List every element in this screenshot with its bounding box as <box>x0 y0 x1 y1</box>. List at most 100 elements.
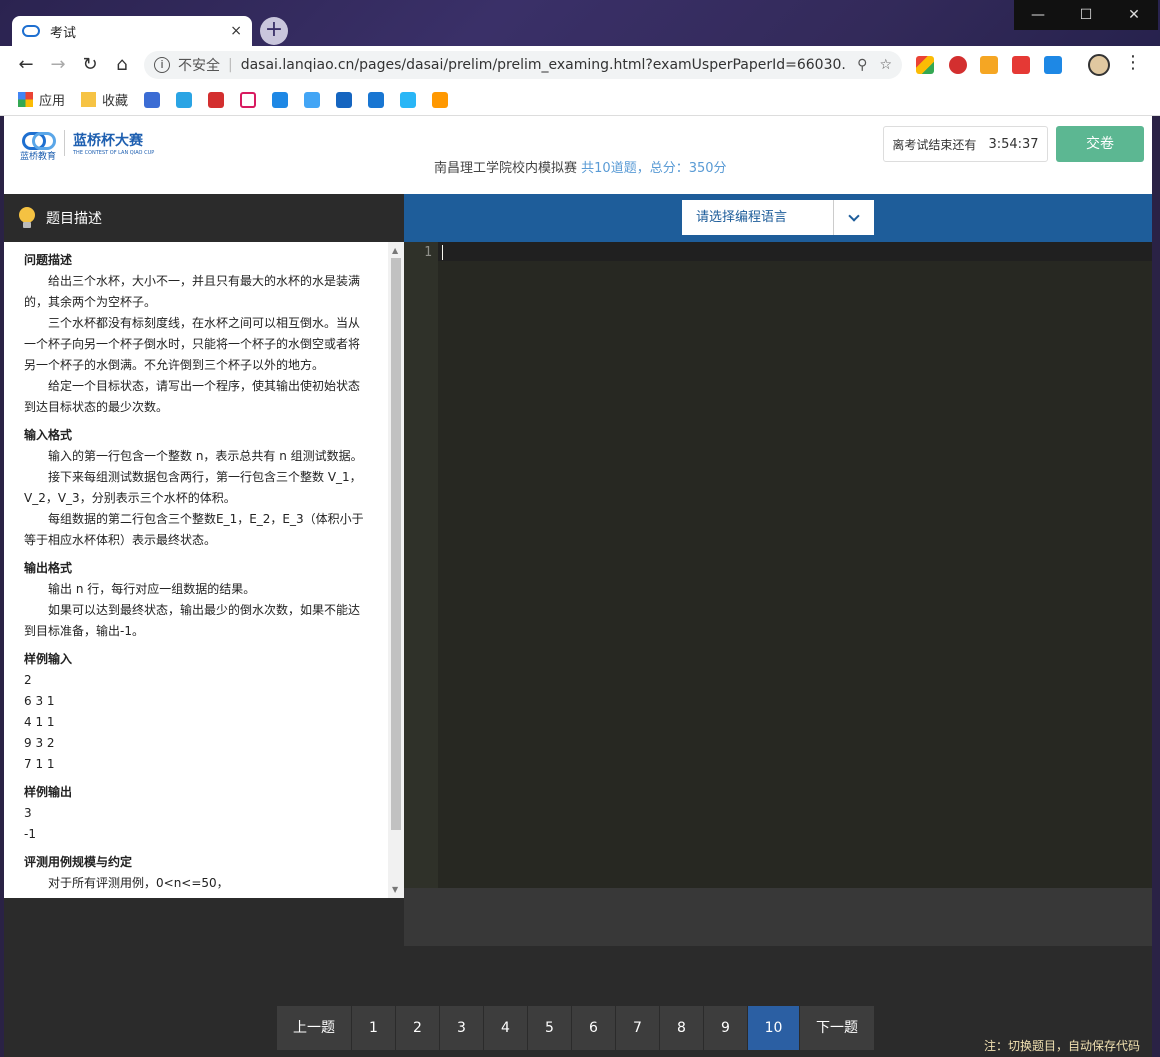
bookmark-star-icon[interactable]: ☆ <box>879 57 892 73</box>
bookmark-favorites[interactable]: 收藏 <box>81 90 128 109</box>
folder-icon <box>81 92 97 107</box>
sample-input-line: 6 3 1 <box>24 694 55 708</box>
url-text[interactable]: dasai.lanqiao.cn/pages/dasai/prelim/prel… <box>241 57 845 73</box>
minimize-button[interactable]: — <box>1014 0 1062 30</box>
page-button-3[interactable]: 3 <box>440 1006 484 1050</box>
section-title: 评测用例规模与约定 <box>24 855 133 869</box>
problem-panel-title: 题目描述 <box>46 211 102 227</box>
section-title: 输出格式 <box>24 561 73 575</box>
extension-icon[interactable] <box>916 56 934 74</box>
browser-menu-icon[interactable]: ⋮ <box>1124 52 1142 73</box>
insecure-label: 不安全 <box>178 58 220 74</box>
question-pager: 上一题 1 2 3 4 5 6 7 8 9 10 下一题 <box>277 1006 875 1050</box>
address-bar[interactable]: i 不安全 | dasai.lanqiao.cn/pages/dasai/pre… <box>144 51 902 79</box>
page-button-10-active[interactable]: 10 <box>748 1006 800 1050</box>
editor-toolbar: 请选择编程语言 <box>404 194 1152 242</box>
tab-close-icon[interactable]: × <box>230 23 242 39</box>
page-button-7[interactable]: 7 <box>616 1006 660 1050</box>
scrollbar-thumb[interactable] <box>391 258 401 830</box>
bookmark-apps-label: 应用 <box>39 94 66 109</box>
paragraph: 如果可以达到最终状态，输出最少的倒水次数，如果不能达到目标准备，输出-1。 <box>24 603 361 638</box>
new-tab-button[interactable]: + <box>260 17 288 45</box>
sample-input-line: 4 1 1 <box>24 715 55 729</box>
tab-title: 考试 <box>50 25 77 41</box>
code-editor[interactable]: 1 <box>404 242 1152 888</box>
back-arrow-icon[interactable]: ← <box>14 54 38 75</box>
paragraph: 给定一个目标状态，请写出一个程序，使其输出使初始状态到达目标状态的最少次数。 <box>24 379 361 414</box>
next-question-button[interactable]: 下一题 <box>800 1006 875 1050</box>
lanqiao-logo: 蓝桥教育 蓝桥杯大赛 THE CONTEST OF LAN QIAO CUP <box>20 130 155 162</box>
paragraph: 输入的第一行包含一个整数 n，表示总共有 n 组测试数据。 <box>48 449 363 463</box>
reload-icon[interactable]: ↻ <box>78 54 102 75</box>
page-button-6[interactable]: 6 <box>572 1006 616 1050</box>
bookmark-apps[interactable]: 应用 <box>18 90 65 109</box>
page-button-2[interactable]: 2 <box>396 1006 440 1050</box>
logo-subtitle: THE CONTEST OF LAN QIAO CUP <box>73 150 155 156</box>
exam-info: 南昌理工学院校内模拟赛 共10道题，总分：350分 <box>434 157 727 176</box>
profile-avatar[interactable] <box>1088 54 1110 76</box>
page-button-1[interactable]: 1 <box>352 1006 396 1050</box>
paragraph: 给出三个水杯，大小不一，并且只有最大的水杯的水是装满的，其余两个为空杯子。 <box>24 274 361 309</box>
page-button-9[interactable]: 9 <box>704 1006 748 1050</box>
s-extension-icon[interactable] <box>1044 56 1062 74</box>
s-bookmark-icon[interactable] <box>432 91 449 108</box>
page-button-4[interactable]: 4 <box>484 1006 528 1050</box>
sample-output-line: 3 <box>24 806 32 820</box>
active-line <box>438 242 1152 261</box>
screen-bookmark-icon[interactable] <box>368 91 385 108</box>
lanqiao-favicon-icon <box>22 25 40 37</box>
y-bookmark-icon[interactable] <box>240 91 257 108</box>
sample-input-line: 2 <box>24 673 32 687</box>
autosave-note: 注：切换题目，自动保存代码 <box>983 1039 1140 1053</box>
bilibili-bookmark-icon[interactable] <box>176 91 193 108</box>
nowcoder-bookmark-icon[interactable] <box>336 91 353 108</box>
scroll-down-arrow-icon[interactable]: ▼ <box>392 885 398 894</box>
bookmark-favorites-label: 收藏 <box>102 94 129 109</box>
adblock-icon[interactable] <box>949 56 967 74</box>
paragraph: 每组数据的第二行包含三个整数E_1，E_2，E_3（体积小于等于相应水杯体积）表… <box>24 512 364 547</box>
language-select[interactable]: 请选择编程语言 <box>682 200 874 235</box>
text-cursor <box>442 245 443 260</box>
download-extension-icon[interactable] <box>980 56 998 74</box>
forward-arrow-icon[interactable]: → <box>46 54 70 75</box>
sample-output-line: -1 <box>24 827 36 841</box>
page-button-8[interactable]: 8 <box>660 1006 704 1050</box>
language-select-label[interactable]: 请选择编程语言 <box>682 200 834 235</box>
submit-exam-button[interactable]: 交卷 <box>1056 126 1144 162</box>
zhihu-bookmark-icon[interactable] <box>272 91 289 108</box>
note-bookmark-icon[interactable] <box>304 91 321 108</box>
logo-brand: 蓝桥杯大赛 <box>73 133 143 149</box>
paragraph: 三个水杯都没有标刻度线，在水杯之间可以相互倒水。当从一个杯子向另一个杯子倒水时，… <box>24 316 361 372</box>
prev-question-button[interactable]: 上一题 <box>277 1006 352 1050</box>
info-icon[interactable]: i <box>154 57 170 73</box>
exam-page: 蓝桥教育 蓝桥杯大赛 THE CONTEST OF LAN QIAO CUP 南… <box>4 116 1152 1057</box>
timer-label: 离考试结束还有 <box>892 137 977 152</box>
window-controls: — ☐ ✕ <box>1014 0 1158 30</box>
paragraph: 输出 n 行，每行对应一组数据的结果。 <box>48 582 256 596</box>
lanqiao-logo-icon: 蓝桥教育 <box>20 130 56 162</box>
line-number-gutter: 1 <box>404 242 438 888</box>
page-button-5[interactable]: 5 <box>528 1006 572 1050</box>
maximize-button[interactable]: ☐ <box>1062 0 1110 30</box>
chevron-down-icon[interactable] <box>834 200 874 235</box>
url-separator: | <box>228 57 233 73</box>
line-number: 1 <box>424 245 432 260</box>
countdown-timer: 离考试结束还有 3:54:37 <box>883 126 1048 162</box>
timer-value: 3:54:37 <box>988 136 1039 152</box>
scroll-up-arrow-icon[interactable]: ▲ <box>392 246 398 255</box>
home-icon[interactable]: ⌂ <box>110 54 134 75</box>
problem-panel: 题目描述 问题描述 给出三个水杯，大小不一，并且只有最大的水杯的水是装满的，其余… <box>4 194 404 946</box>
extension-badge-icon[interactable] <box>1012 56 1030 74</box>
csdn-bookmark-icon[interactable] <box>208 91 225 108</box>
translate-bookmark-icon[interactable] <box>400 91 417 108</box>
exam-summary: 共10道题，总分：350分 <box>581 161 727 176</box>
lightbulb-icon <box>18 207 36 229</box>
zoom-icon[interactable]: ⚲ <box>857 57 867 73</box>
browser-tab[interactable]: 考试 × <box>12 16 252 46</box>
browser-toolbar: ← → ↻ ⌂ i 不安全 | dasai.lanqiao.cn/pages/d… <box>0 46 1160 84</box>
problem-description[interactable]: 问题描述 给出三个水杯，大小不一，并且只有最大的水杯的水是装满的，其余两个为空杯… <box>4 242 404 898</box>
baidu-bookmark-icon[interactable] <box>144 91 161 108</box>
close-window-button[interactable]: ✕ <box>1110 0 1158 30</box>
logo-brand-small: 蓝桥教育 <box>20 152 57 162</box>
description-scrollbar[interactable]: ▲ ▼ <box>388 242 404 898</box>
